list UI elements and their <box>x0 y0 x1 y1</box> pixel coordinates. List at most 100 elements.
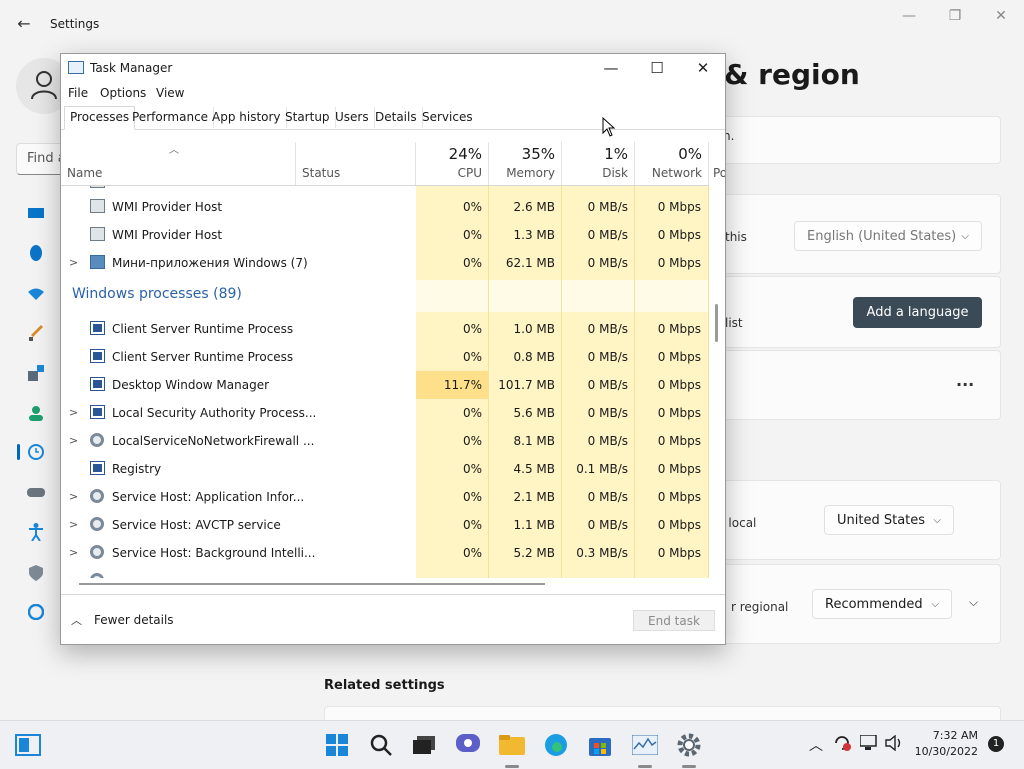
network-monitor-icon[interactable] <box>859 734 878 755</box>
column-name[interactable]: Name <box>61 142 296 185</box>
settings-title: Settings <box>50 17 100 31</box>
regional-format-select[interactable]: Recommended ⌵ <box>812 589 952 619</box>
close-icon[interactable]: ✕ <box>680 54 725 84</box>
windows-update-icon[interactable] <box>26 602 46 622</box>
tab-app-history[interactable]: App history <box>207 107 287 128</box>
country-value: United States <box>837 513 926 528</box>
column-status[interactable]: Status <box>296 142 416 185</box>
column-power[interactable]: Po <box>709 142 725 185</box>
bluetooth-icon[interactable] <box>26 243 46 263</box>
end-task-button[interactable]: End task <box>633 610 715 631</box>
store-icon[interactable] <box>586 731 614 759</box>
mouse-cursor-icon <box>602 117 616 137</box>
accessibility-icon[interactable] <box>26 522 46 542</box>
related-settings-card[interactable] <box>324 706 1001 721</box>
privacy-shield-icon[interactable] <box>26 563 46 583</box>
column-name-label: Name <box>67 166 103 180</box>
close-icon[interactable]: ✕ <box>991 8 1011 26</box>
settings-gear-icon[interactable] <box>675 731 703 759</box>
restore-icon[interactable]: ❐ <box>945 8 965 26</box>
table-row[interactable]: WMI Provider Host 0% 2.6 MB 0 MB/s 0 Mbp… <box>61 193 709 221</box>
table-row[interactable]: > Local Security Authority Process... 0%… <box>61 399 709 427</box>
vertical-scroll-thumb[interactable] <box>715 304 718 342</box>
task-view-icon[interactable] <box>410 731 438 759</box>
volume-icon[interactable] <box>885 734 903 755</box>
table-row[interactable]: > LocalServiceNoNetworkFirewall ... 0% 8… <box>61 427 709 455</box>
expand-chevron-icon[interactable]: > <box>69 546 78 559</box>
table-row[interactable]: > Service Host: AVCTP service 0% 1.1 MB … <box>61 511 709 539</box>
table-row[interactable]: Client Server Runtime Process 0% 1.0 MB … <box>61 315 709 343</box>
table-row[interactable]: > Service Host: Application Infor... 0% … <box>61 483 709 511</box>
maximize-icon[interactable]: ☐ <box>634 54 680 84</box>
expand-chevron-icon[interactable]: > <box>69 406 78 419</box>
expand-chevron-icon[interactable]: > <box>69 256 78 269</box>
file-explorer-icon[interactable] <box>498 731 526 759</box>
column-cpu-label: CPU <box>457 166 482 180</box>
expand-chevron-icon[interactable]: > <box>69 518 78 531</box>
table-row[interactable]: > Мини-приложения Windows (7) 0% 62.1 MB… <box>61 249 709 277</box>
back-arrow-icon[interactable]: ← <box>14 14 34 34</box>
column-memory[interactable]: 35% Memory <box>489 142 562 185</box>
network-value: 0 Mbps <box>657 228 701 242</box>
start-windows-icon[interactable] <box>323 731 351 759</box>
group-header[interactable]: Windows processes (89) <box>61 280 709 312</box>
expand-chevron-icon[interactable]: ⌵ <box>969 595 978 610</box>
table-row[interactable]: Registry 0% 4.5 MB 0.1 MB/s 0 Mbps <box>61 455 709 483</box>
system-clock[interactable]: 7:32 AM 10/30/2022 <box>912 728 978 760</box>
menu-view[interactable]: View <box>156 86 184 100</box>
menu-file[interactable]: File <box>68 86 88 100</box>
task-manager-titlebar[interactable]: Task Manager — ☐ ✕ <box>61 54 725 84</box>
task-manager-title: Task Manager <box>90 61 173 75</box>
edge-icon[interactable] <box>542 731 570 759</box>
minimize-icon[interactable]: — <box>899 8 919 26</box>
task-manager-window: Task Manager — ☐ ✕ File Options View Pro… <box>60 53 726 645</box>
tab-processes[interactable]: Processes <box>64 106 136 130</box>
table-row[interactable]: WMI Provider Host 0% 1.3 MB 0 MB/s 0 Mbp… <box>61 221 709 249</box>
process-list[interactable]: WMI Provider Host 0% 2.6 MB 0 MB/s 0 Mbp… <box>61 186 709 578</box>
group-disk-fill <box>562 280 635 312</box>
expand-chevron-icon[interactable]: > <box>69 490 78 503</box>
notification-badge[interactable]: 1 <box>988 736 1004 752</box>
menu-options[interactable]: Options <box>100 86 146 100</box>
tab-users[interactable]: Users <box>330 107 375 128</box>
table-row[interactable]: Desktop Window Manager 11.7% 101.7 MB 0 … <box>61 371 709 399</box>
tab-startup[interactable]: Startup <box>280 107 336 128</box>
table-row[interactable]: > <box>61 567 709 578</box>
more-options-button[interactable]: ... <box>956 371 974 390</box>
display-language-select[interactable]: English (United States) ⌵ <box>794 221 982 251</box>
country-select[interactable]: United States ⌵ <box>824 505 954 535</box>
gaming-icon[interactable] <box>26 482 46 502</box>
system-icon[interactable] <box>26 204 46 224</box>
tab-services[interactable]: Services <box>417 107 478 128</box>
search-icon[interactable] <box>367 731 395 759</box>
display-language-value: English (United States) <box>807 229 957 244</box>
add-language-button[interactable]: Add a language <box>853 297 982 328</box>
column-network[interactable]: 0% Network <box>635 142 709 185</box>
fewer-details-button[interactable]: ︿ Fewer details <box>71 612 174 628</box>
process-name: Registry <box>112 462 162 476</box>
table-row[interactable]: Client Server Runtime Process 0% 0.8 MB … <box>61 343 709 371</box>
column-disk[interactable]: 1% Disk <box>562 142 635 185</box>
tab-performance[interactable]: Performance <box>127 107 215 128</box>
disk-value: 0 MB/s <box>587 228 628 242</box>
tab-details[interactable]: Details <box>370 107 423 128</box>
network-icon[interactable] <box>26 284 46 304</box>
disk-value: 0 MB/s <box>587 434 628 448</box>
time-language-icon[interactable] <box>26 442 46 462</box>
minimize-icon[interactable]: — <box>588 54 634 84</box>
task-manager-taskbar-icon[interactable] <box>631 731 659 759</box>
expand-chevron-icon[interactable]: > <box>69 434 78 447</box>
widgets-icon <box>90 255 105 269</box>
column-cpu[interactable]: 24% CPU <box>416 142 489 185</box>
personalization-icon[interactable] <box>26 323 46 343</box>
disk-value: 0 MB/s <box>587 490 628 504</box>
chat-icon[interactable] <box>454 731 482 759</box>
sync-alert-icon[interactable] <box>833 735 851 755</box>
horizontal-scroll-thumb[interactable] <box>79 583 545 585</box>
table-row[interactable]: > Service Host: Background Intelli... 0%… <box>61 539 709 567</box>
accounts-icon[interactable] <box>26 403 46 423</box>
horizontal-scrollbar[interactable] <box>61 578 709 590</box>
apps-icon[interactable] <box>26 363 46 383</box>
widgets-button[interactable] <box>14 731 42 759</box>
show-hidden-icons-chevron-icon[interactable]: ︿ <box>809 735 823 755</box>
